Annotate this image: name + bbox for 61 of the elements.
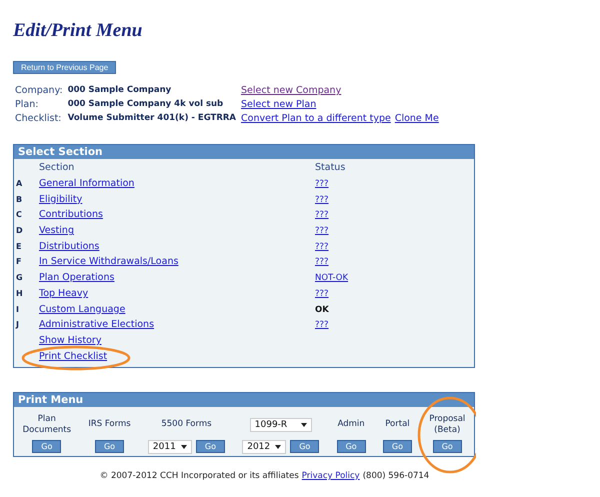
info-link[interactable]: Convert Plan to a different type [241,113,391,124]
section-link[interactable]: Show History [39,334,102,346]
section-letter: J [14,320,20,330]
info-label: Plan: [15,99,40,110]
section-link[interactable]: Contributions [39,209,103,220]
status-link[interactable]: ??? [315,257,329,268]
status-link[interactable]: ??? [315,320,329,330]
panel-header: Select Section [14,145,474,159]
section-link[interactable]: In Service Withdrawals/Loans [39,256,178,268]
form-select[interactable]: 1099-R [250,418,312,432]
page-title: Edit/Print Menu [13,20,144,42]
section-link[interactable]: Vesting [39,225,74,236]
section-link[interactable]: Eligibility [39,194,82,205]
print-label: IRS Forms [88,419,131,430]
info-value: 000 Sample Company 4k vol sub [68,99,224,110]
column-header: Status [315,162,346,174]
section-link[interactable]: Plan Operations [39,272,114,284]
column-header: Section [39,162,76,174]
caret-icon [300,422,307,427]
section-letter: C [15,210,23,220]
info-value: Volume Submitter 401(k) - EGTRRA [68,113,236,124]
section-letter: I [15,304,20,314]
print-label: Proposal (Beta) [429,414,466,436]
info-label: Company: [15,85,63,96]
section-link[interactable]: General Information [39,178,134,190]
print-label: Admin [338,419,365,430]
section-link[interactable]: Administrative Elections [39,319,154,330]
info-link[interactable]: Clone Me [394,113,439,124]
print-label: 5500 Forms [161,419,212,430]
caret-icon [275,444,282,449]
year-select[interactable]: 2012 [242,440,286,454]
privacy-link[interactable]: Privacy Policy [302,470,360,481]
status-link[interactable]: ??? [315,242,329,252]
section-letter: H [15,288,24,298]
print-label: Portal [385,419,410,430]
year-select[interactable]: 2011 [148,440,192,454]
section-letter: G [15,273,24,282]
panel-header: Print Menu [14,392,474,407]
status-link[interactable]: ??? [315,210,329,220]
phone-text: (800) 596-0714 [362,470,430,481]
status-link[interactable]: ??? [315,194,329,205]
status-link[interactable]: ??? [315,226,329,236]
section-letter: D [15,226,24,236]
info-label: Checklist: [15,113,62,124]
section-letter: A [15,179,24,188]
section-link[interactable]: Top Heavy [39,288,88,299]
status-link[interactable]: ??? [315,288,329,299]
section-link[interactable]: Custom Language [39,304,126,315]
print-label: Plan Documents [22,414,72,436]
status-link[interactable]: NOT-OK [315,273,348,284]
section-letter: F [15,257,22,266]
section-letter: B [15,194,24,204]
caret-icon [180,444,187,449]
info-link[interactable]: Select new Company [241,85,342,96]
copyright-text: © 2007-2012 CCH Incorporated or its affiliates [100,470,299,481]
status-link[interactable]: ??? [315,179,329,190]
info-value: 000 Sample Company [68,85,172,96]
section-link[interactable]: Distributions [39,240,100,252]
info-link[interactable]: Select new Plan [241,99,316,110]
status-text: OK [315,304,329,315]
section-letter: E [15,242,22,251]
